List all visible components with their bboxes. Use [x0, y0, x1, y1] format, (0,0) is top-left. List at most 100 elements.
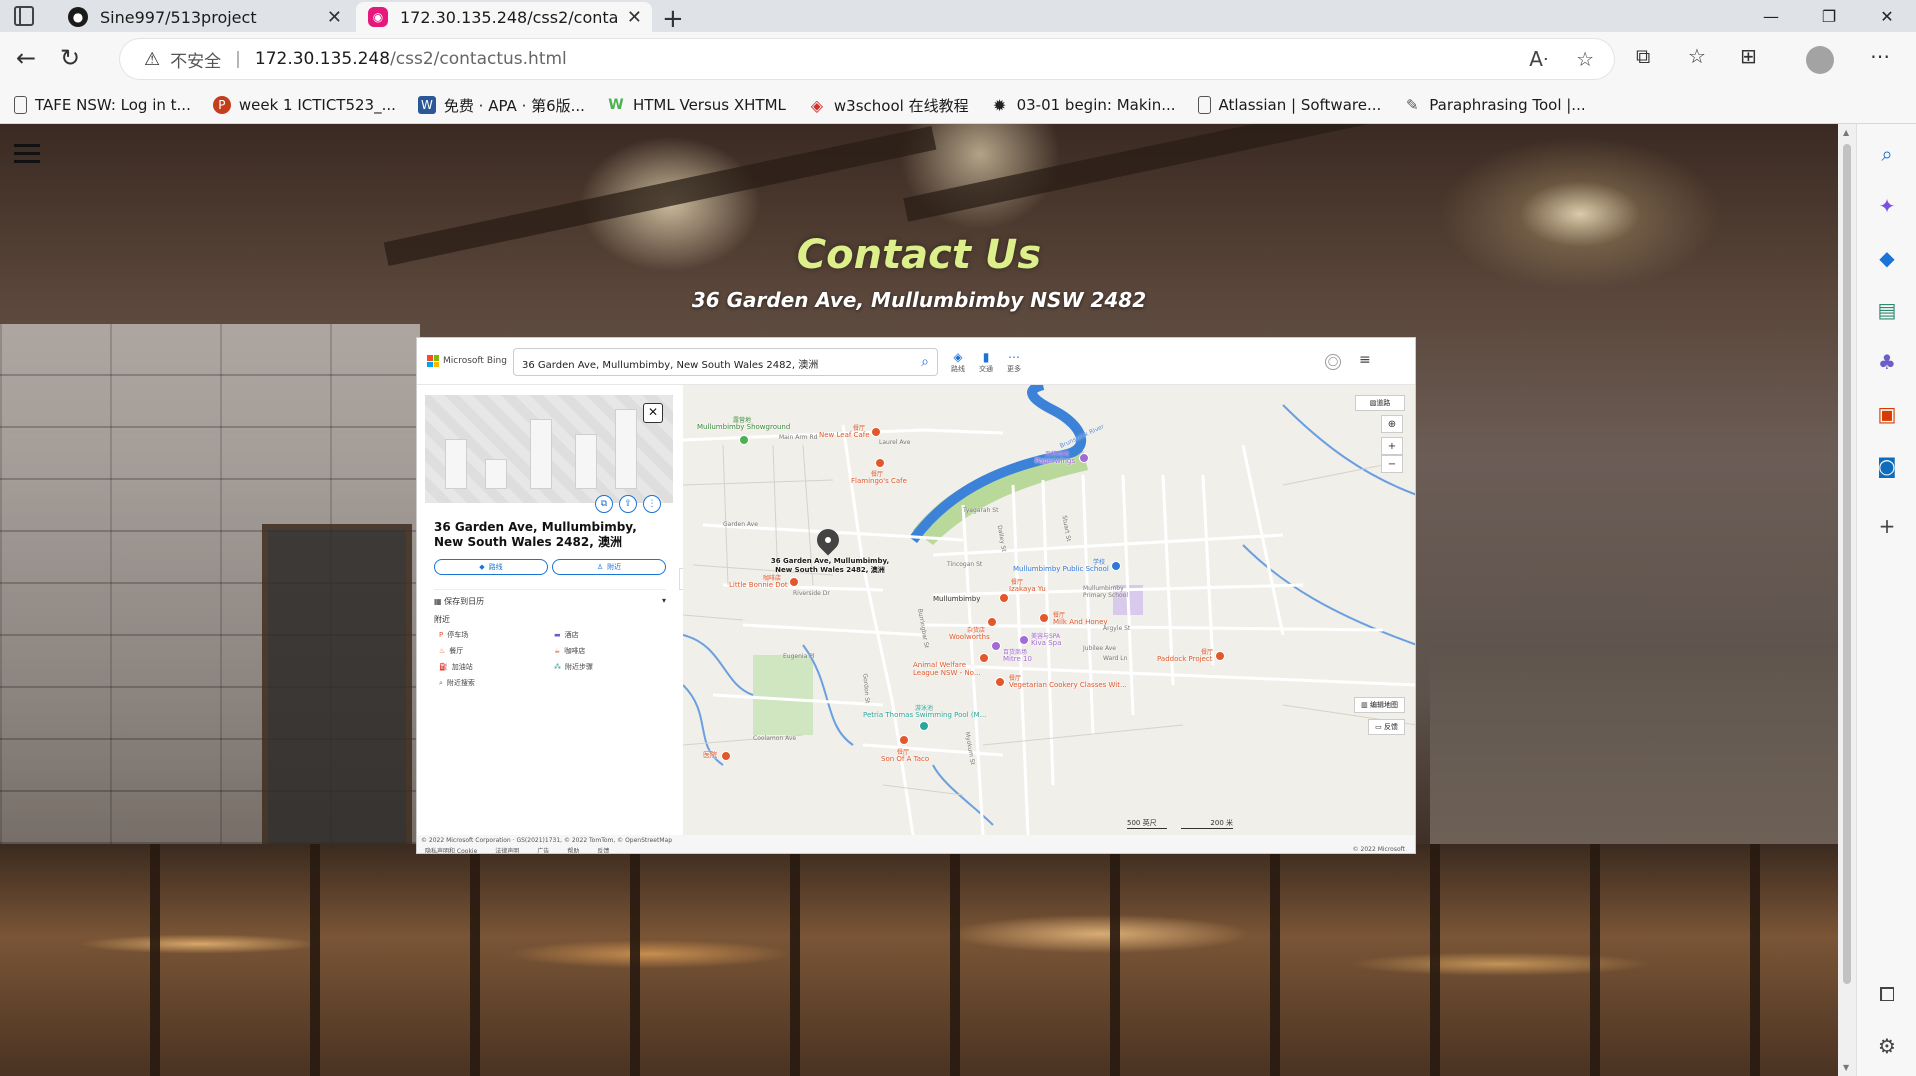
nearby-button[interactable]: ♙ 附近 [552, 559, 666, 575]
tab-contactus[interactable]: ◉ 172.30.135.248/css2/contactus.h ✕ [356, 2, 652, 32]
nearby-item[interactable]: P 停车场 [439, 630, 554, 640]
search-icon[interactable]: ⌕ [921, 354, 929, 370]
warning-icon[interactable]: ⚠ [144, 49, 160, 70]
save-to-calendar[interactable]: ▦ 保存到日历 ▾ [434, 589, 666, 607]
poi-label[interactable]: Vegetarian Cookery Classes Wit... [1009, 681, 1127, 689]
tab-actions-icon[interactable] [14, 6, 34, 26]
bookmark-item[interactable]: ◈ w3school 在线教程 [808, 95, 969, 116]
poi-label[interactable]: Flamingo's Cafe [851, 477, 907, 485]
new-tab-button[interactable]: + [662, 4, 684, 34]
settings-gear-icon[interactable]: ⚙ [1875, 1034, 1899, 1058]
restaurant-icon[interactable] [995, 677, 1005, 687]
close-icon[interactable]: ✕ [627, 7, 642, 28]
refresh-icon[interactable]: ↻ [60, 44, 80, 72]
traffic-tool[interactable]: ▮ 交通 [979, 350, 993, 374]
search-icon[interactable]: ⌕ [1875, 142, 1899, 166]
pool-icon[interactable] [919, 721, 929, 731]
sidebar-toggle-icon[interactable]: ⧠ [1875, 982, 1899, 1006]
share-icon[interactable]: ⇪ [619, 495, 637, 513]
more-icon[interactable]: ⋯ [1870, 44, 1890, 68]
school-icon[interactable] [1111, 561, 1121, 571]
copy-icon[interactable]: ⧉ [595, 495, 613, 513]
scroll-up-icon[interactable]: ▲ [1843, 128, 1849, 137]
copilot-icon[interactable]: ✦ [1875, 194, 1899, 218]
footer-link[interactable]: 广告 [537, 846, 549, 853]
shopping-icon[interactable] [1079, 453, 1089, 463]
hamburger-menu-icon[interactable] [14, 144, 40, 168]
more-tool[interactable]: ⋯ 更多 [1007, 350, 1021, 374]
favorites-icon[interactable]: ☆ [1688, 44, 1706, 68]
feedback-button[interactable]: ▭ 反馈 [1368, 719, 1405, 735]
page-scrollbar[interactable]: ▲ ▼ [1838, 124, 1856, 1076]
nearby-item[interactable]: ☕ 咖啡店 [554, 646, 669, 656]
bookmark-item[interactable]: W HTML Versus XHTML [607, 96, 786, 114]
nearby-item[interactable]: ⛽ 加油站 [439, 662, 554, 672]
poi-label[interactable]: Mullumbimby Public School [1013, 565, 1109, 573]
outlook-icon[interactable]: ◙ [1875, 454, 1899, 478]
campground-icon[interactable] [739, 435, 749, 445]
locate-me-icon[interactable]: ⊕ [1381, 415, 1403, 433]
poi-label[interactable]: Woolworths [949, 633, 990, 641]
hospital-icon[interactable] [721, 751, 731, 761]
poi-label[interactable]: Animal Welfare League NSW - No... [913, 661, 993, 677]
scroll-down-icon[interactable]: ▼ [1843, 1063, 1849, 1072]
spa-icon[interactable] [1019, 635, 1029, 645]
poi-label[interactable]: Izakaya Yu [1009, 585, 1046, 593]
restaurant-icon[interactable] [999, 593, 1009, 603]
directions-tool[interactable]: ◈ 路线 [951, 350, 965, 374]
close-icon[interactable]: ✕ [643, 403, 663, 423]
directions-button[interactable]: ◆ 路线 [434, 559, 548, 575]
scroll-thumb[interactable] [1843, 144, 1851, 984]
more-icon[interactable]: ⋮ [643, 495, 661, 513]
restaurant-icon[interactable] [1215, 651, 1225, 661]
grocery-icon[interactable] [987, 617, 997, 627]
restaurant-icon[interactable] [871, 427, 881, 437]
poi-label[interactable]: Little Bonnie Dot [729, 581, 788, 589]
map-search-input[interactable]: 36 Garden Ave, Mullumbimby, New South Wa… [513, 348, 938, 376]
close-window-icon[interactable]: ✕ [1858, 0, 1916, 32]
footer-link[interactable]: 法律声明 [495, 846, 519, 853]
url-host[interactable]: 172.30.135.248 [255, 49, 390, 69]
restore-icon[interactable]: ❐ [1800, 0, 1858, 32]
back-icon[interactable]: ← [16, 44, 36, 72]
embedded-map[interactable]: Microsoft Bing 36 Garden Ave, Mullumbimb… [416, 337, 1416, 854]
read-aloud-icon[interactable]: Aᐧ [1529, 47, 1548, 71]
poi-label[interactable]: Mullumbimby Showground [697, 423, 790, 431]
profile-avatar[interactable] [1806, 46, 1834, 80]
zoom-in-button[interactable]: + [1381, 437, 1403, 455]
close-icon[interactable]: ✕ [327, 7, 342, 28]
nearby-item[interactable]: ⌕ 附近搜索 [439, 678, 554, 688]
tag-icon[interactable]: ◆ [1875, 246, 1899, 270]
map-type-button[interactable]: ▧ 道路 [1355, 395, 1405, 411]
footer-link[interactable]: 帮助 [567, 846, 579, 853]
microsoft-bing-logo[interactable]: Microsoft Bing [427, 355, 507, 367]
minimize-icon[interactable]: — [1742, 0, 1800, 32]
footer-link[interactable]: 反馈 [597, 846, 609, 853]
poi-label[interactable]: Petria Thomas Swimming Pool (M... [863, 711, 986, 719]
restaurant-icon[interactable] [899, 735, 909, 745]
restaurant-icon[interactable] [875, 458, 885, 468]
shopping-icon[interactable] [991, 641, 1001, 651]
games-icon[interactable]: ♣ [1875, 350, 1899, 374]
collections-icon[interactable]: ⊞ [1740, 44, 1757, 68]
poi-label[interactable]: Paperwings [1035, 457, 1075, 465]
bookmark-item[interactable]: TAFE NSW: Log in t... [14, 96, 191, 114]
extensions-icon[interactable]: ⧉ [1636, 44, 1650, 68]
open-map-button[interactable]: ▥ 编辑地图 [1354, 697, 1405, 713]
poi-label[interactable]: 医院 [703, 750, 717, 760]
poi-label[interactable]: Milk And Honey [1053, 618, 1108, 626]
bookmark-item[interactable]: ✹ 03-01 begin: Makin... [991, 96, 1176, 115]
animal-icon[interactable] [979, 653, 989, 663]
footer-link[interactable]: 隐私声明和 Cookie [425, 846, 477, 853]
poi-label[interactable]: New Leaf Cafe [819, 431, 870, 439]
poi-label[interactable]: Son Of A Taco [881, 755, 929, 763]
bookmark-item[interactable]: W 免费 · APA · 第6版... [417, 95, 585, 116]
nearby-item[interactable]: ▬ 酒店 [554, 630, 669, 640]
poi-label[interactable]: Kiva Spa [1031, 639, 1061, 647]
chevron-down-icon[interactable]: ▾ [662, 596, 666, 607]
coffee-icon[interactable] [789, 577, 799, 587]
favorite-star-icon[interactable]: ☆ [1576, 47, 1594, 71]
user-icon[interactable]: ◯ [1325, 354, 1341, 370]
bookmark-item[interactable]: Atlassian | Software... [1197, 96, 1381, 114]
zoom-out-button[interactable]: − [1381, 455, 1403, 473]
